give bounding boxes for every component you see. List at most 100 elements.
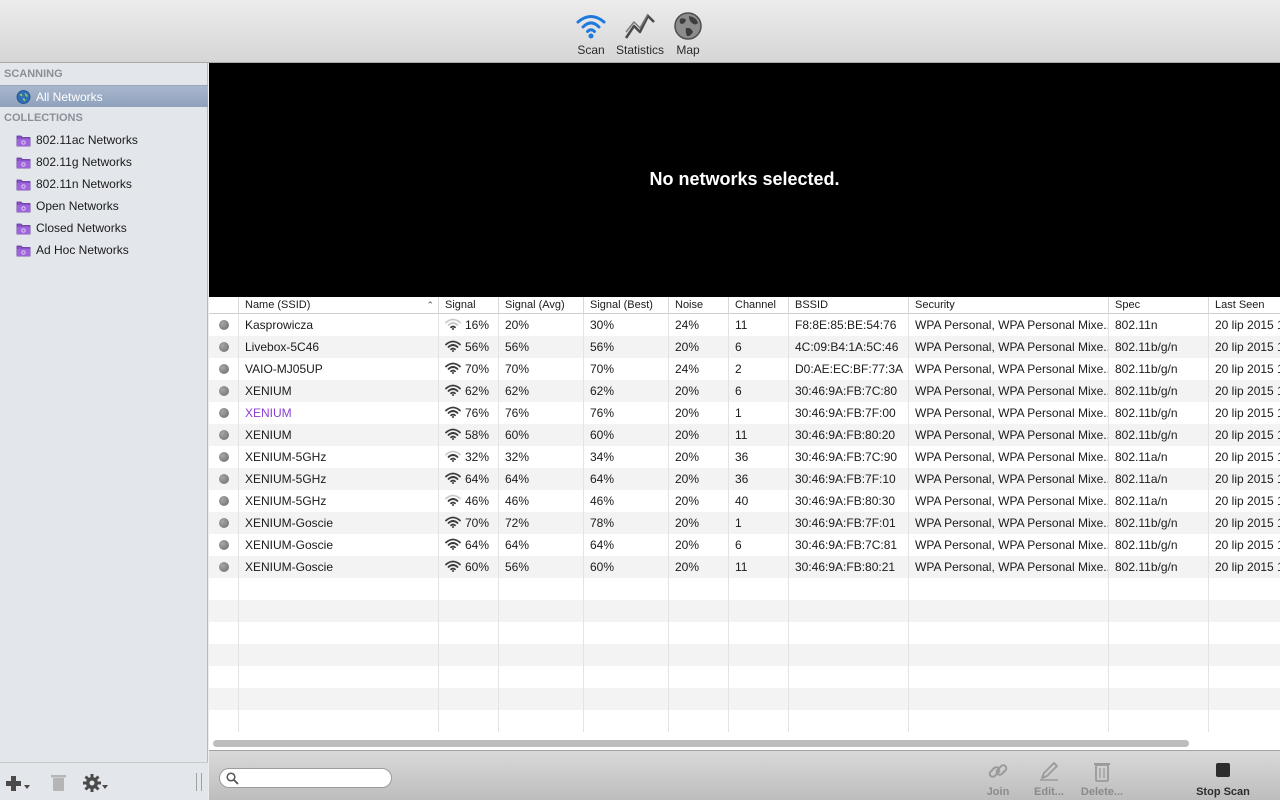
status-cell: [209, 380, 239, 402]
table-row[interactable]: Kasprowicza 16% 20% 30% 24% 11 F8:8E:85:BE:54:…: [209, 314, 1280, 336]
cell-text: 60%: [590, 560, 615, 574]
empty-cell: [909, 600, 1109, 622]
sidebar-item-collection[interactable]: 802.11g Networks: [0, 151, 208, 173]
empty-cell: [209, 710, 239, 732]
empty-cell: [209, 688, 239, 710]
gear-icon[interactable]: [82, 773, 108, 793]
trash-icon: [1094, 763, 1110, 782]
empty-cell: [499, 666, 584, 688]
column-header-signal[interactable]: Signal: [439, 297, 499, 314]
column-header-name[interactable]: Name (SSID) ⌃: [239, 297, 439, 314]
sidebar-resize-handle[interactable]: [196, 773, 202, 791]
stop-icon: [1216, 763, 1230, 777]
empty-cell: [439, 622, 499, 644]
table-row[interactable]: XENIUM-5GHz 64% 64% 64% 20% 36 30:46:9A:FB:7F:…: [209, 468, 1280, 490]
cell-text: 20%: [675, 450, 700, 464]
edit-button[interactable]: Edit...: [1031, 759, 1067, 798]
cell-text: 20%: [675, 428, 700, 442]
table-row[interactable]: XENIUM-5GHz 46% 46% 46% 20% 40 30:46:9A:FB:80:…: [209, 490, 1280, 512]
horizontal-scrollbar[interactable]: [213, 740, 1189, 747]
empty-cell: [1109, 710, 1209, 732]
cell-text: 802.11b/g/n: [1115, 340, 1178, 354]
status-cell: [209, 534, 239, 556]
cell-text: 78%: [590, 516, 615, 530]
empty-cell: [209, 578, 239, 600]
cell-text: WPA Personal, WPA Personal Mixe...: [915, 516, 1109, 530]
sidebar-item-all-networks[interactable]: All Networks: [0, 85, 208, 107]
cell-text: 11: [735, 428, 748, 442]
cell-last-seen: 20 lip 2015 1: [1209, 336, 1280, 358]
empty-cell: [729, 666, 789, 688]
join-button[interactable]: Join: [983, 759, 1013, 798]
column-header-avg[interactable]: Signal (Avg): [499, 297, 584, 314]
empty-cell: [669, 644, 729, 666]
signal-strength-icon: [445, 494, 461, 506]
cell-text: 58%: [465, 428, 490, 442]
add-collection-icon[interactable]: [6, 773, 32, 793]
table-row[interactable]: XENIUM-5GHz 32% 32% 34% 20% 36 30:46:9A:FB:7C:…: [209, 446, 1280, 468]
column-header-bssid[interactable]: BSSID: [789, 297, 909, 314]
empty-cell: [1209, 578, 1280, 600]
column-header-label: BSSID: [795, 299, 829, 311]
cell-text: 16%: [465, 318, 490, 332]
sidebar-item-collection[interactable]: Open Networks: [0, 195, 208, 217]
column-header-label: Spec: [1115, 299, 1141, 311]
cell-text: XENIUM: [245, 428, 292, 442]
column-header-channel[interactable]: Channel: [729, 297, 789, 314]
column-header-noise[interactable]: Noise: [669, 297, 729, 314]
edit-label: Edit...: [1034, 786, 1064, 798]
sidebar-item-collection[interactable]: Ad Hoc Networks: [0, 239, 208, 261]
table-row[interactable]: XENIUM 62% 62% 62% 20% 6 30:46:9A:FB:7C:80 WPA …: [209, 380, 1280, 402]
trash-icon[interactable]: [46, 773, 72, 793]
signal-strength-icon: [445, 472, 461, 484]
cell-text: XENIUM-Goscie: [245, 516, 334, 530]
empty-cell: [909, 644, 1109, 666]
table-row[interactable]: XENIUM-Goscie 60% 56% 60% 20% 11 30:46:9A:FB:8…: [209, 556, 1280, 578]
empty-cell: [239, 666, 439, 688]
table-row[interactable]: XENIUM-Goscie 64% 64% 64% 20% 6 30:46:9A:FB:7C…: [209, 534, 1280, 556]
table-row[interactable]: XENIUM-Goscie 70% 72% 78% 20% 1 30:46:9A:FB:7F…: [209, 512, 1280, 534]
stop-scan-button[interactable]: Stop Scan: [1193, 759, 1253, 798]
cell-text: 802.11b/g/n: [1115, 560, 1178, 574]
cell-text: 20%: [505, 318, 530, 332]
cell-text: 6: [735, 340, 742, 354]
table-row[interactable]: VAIO-MJ05UP 70% 70% 70% 24% 2 D0:AE:EC:BF:77:3…: [209, 358, 1280, 380]
sidebar-item-collection[interactable]: 802.11ac Networks: [0, 129, 208, 151]
cell-noise: 20%: [669, 512, 729, 534]
column-header-security[interactable]: Security: [909, 297, 1109, 314]
column-header-last-seen[interactable]: Last Seen: [1209, 297, 1280, 314]
empty-cell: [439, 666, 499, 688]
column-header-best[interactable]: Signal (Best): [584, 297, 669, 314]
search-input[interactable]: [242, 771, 388, 786]
cell-avg: 46%: [499, 490, 584, 512]
cell-name: XENIUM: [239, 380, 439, 402]
table-row[interactable]: XENIUM 58% 60% 60% 20% 11 30:46:9A:FB:80:20 WPA…: [209, 424, 1280, 446]
cell-text: 802.11b/g/n: [1115, 428, 1178, 442]
cell-text: 30:46:9A:FB:7F:10: [795, 472, 896, 486]
cell-name: XENIUM: [239, 424, 439, 446]
cell-name: XENIUM: [239, 402, 439, 424]
cell-signal: 62%: [439, 380, 499, 402]
column-header-spec[interactable]: Spec: [1109, 297, 1209, 314]
cell-avg: 64%: [499, 468, 584, 490]
table-row[interactable]: XENIUM 76% 76% 76% 20% 1 30:46:9A:FB:7F:00 WPA …: [209, 402, 1280, 424]
column-header-status[interactable]: [209, 297, 239, 314]
search-field[interactable]: [219, 768, 392, 788]
cell-text: 64%: [465, 472, 490, 486]
collections-header: COLLECTIONS: [4, 112, 83, 124]
table-row[interactable]: Livebox-5C46 56% 56% 56% 20% 6 4C:09:B4:1A:5C:…: [209, 336, 1280, 358]
sidebar-item-collection[interactable]: Closed Networks: [0, 217, 208, 239]
signal-strength-icon: [445, 362, 461, 374]
cell-text: WPA Personal, WPA Personal Mixe...: [915, 494, 1109, 508]
column-header-label: Noise: [675, 299, 704, 311]
cell-text: 60%: [465, 560, 490, 574]
cell-spec: 802.11a/n: [1109, 446, 1209, 468]
delete-button[interactable]: Delete...: [1077, 759, 1127, 798]
cell-last-seen: 20 lip 2015 1: [1209, 446, 1280, 468]
cell-text: WPA Personal, WPA Personal Mixe...: [915, 362, 1109, 376]
map-button[interactable]: Map: [658, 10, 718, 57]
empty-table-row: [209, 644, 1280, 666]
status-dot-icon: [219, 320, 229, 330]
sidebar-item-collection[interactable]: 802.11n Networks: [0, 173, 208, 195]
cell-noise: 20%: [669, 468, 729, 490]
